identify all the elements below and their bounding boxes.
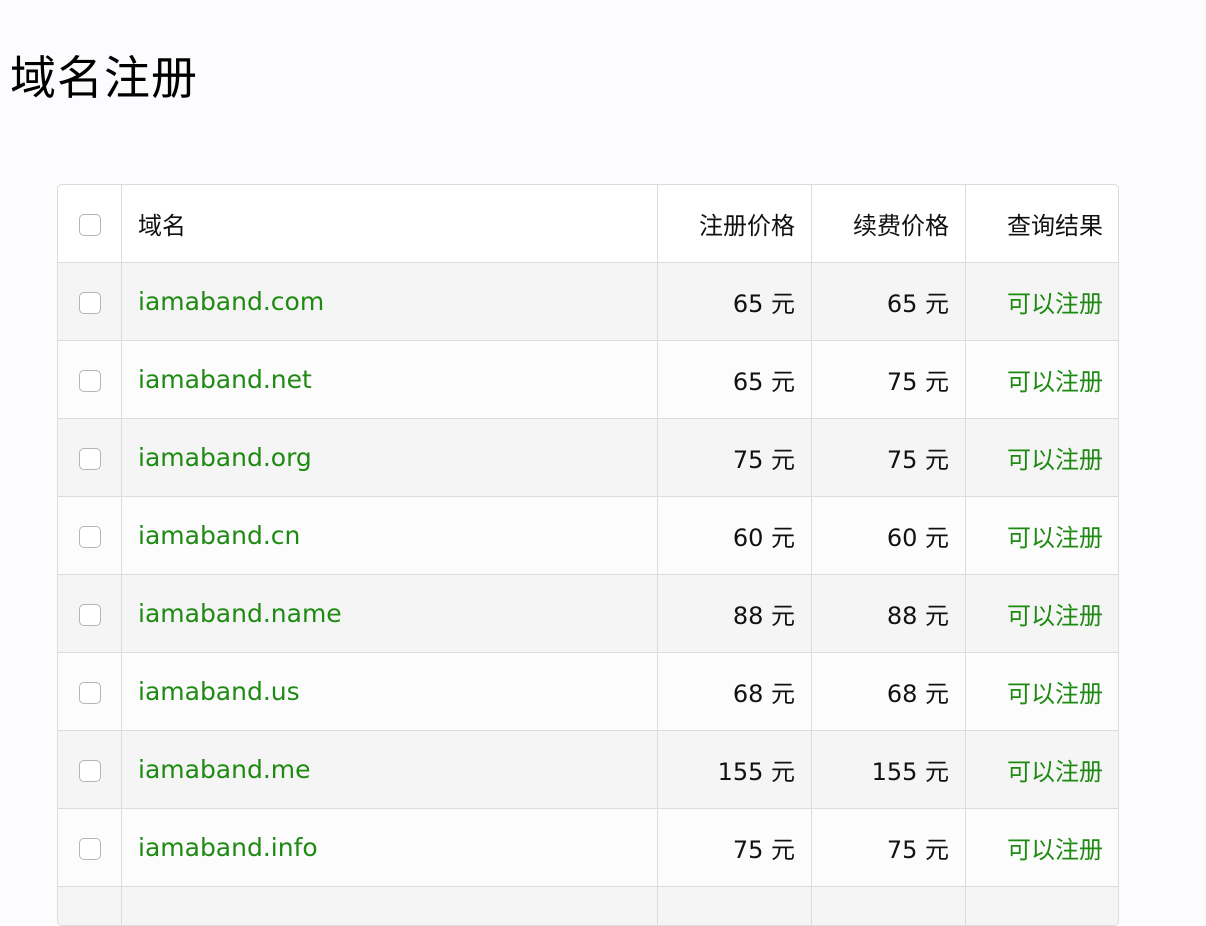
result-cell: 可以注册 xyxy=(966,575,1120,653)
renew-price-cell: 75 元 xyxy=(812,809,966,887)
row-select-cell xyxy=(58,419,122,497)
domain-cell: iamaband.us xyxy=(122,653,658,731)
row-checkbox[interactable] xyxy=(79,448,101,470)
domain-link[interactable]: iamaband.com xyxy=(138,287,324,316)
table-row: iamaband.net 65 元 75 元 可以注册 xyxy=(58,341,1120,419)
domain-cell: iamaband.me xyxy=(122,731,658,809)
row-checkbox[interactable] xyxy=(79,526,101,548)
domain-link[interactable]: iamaband.name xyxy=(138,599,342,628)
row-checkbox[interactable] xyxy=(79,604,101,626)
row-select-cell xyxy=(58,263,122,341)
renew-price-cell: 75 元 xyxy=(812,341,966,419)
row-checkbox[interactable] xyxy=(79,292,101,314)
domain-link[interactable]: iamaband.net xyxy=(138,365,312,394)
result-cell: 可以注册 xyxy=(966,653,1120,731)
renew-price-cell: 68 元 xyxy=(812,653,966,731)
row-select-cell xyxy=(58,341,122,419)
table-header-row: 域名 注册价格 续费价格 查询结果 xyxy=(58,185,1120,263)
domain-cell: iamaband.info xyxy=(122,809,658,887)
row-checkbox[interactable] xyxy=(79,682,101,704)
domain-link[interactable]: iamaband.cn xyxy=(138,521,300,550)
register-price-cell: 60 元 xyxy=(658,497,812,575)
header-renew-price[interactable]: 续费价格 xyxy=(812,185,966,263)
header-result[interactable]: 查询结果 xyxy=(966,185,1120,263)
domain-cell: iamaband.com xyxy=(122,263,658,341)
domain-cell: iamaband.cn xyxy=(122,497,658,575)
row-select-cell xyxy=(58,887,122,926)
header-domain[interactable]: 域名 xyxy=(122,185,658,263)
domain-cell xyxy=(122,887,658,926)
register-price-cell: 75 元 xyxy=(658,809,812,887)
table-row: iamaband.info 75 元 75 元 可以注册 xyxy=(58,809,1120,887)
header-register-price[interactable]: 注册价格 xyxy=(658,185,812,263)
register-price-cell: 65 元 xyxy=(658,263,812,341)
domain-cell: iamaband.net xyxy=(122,341,658,419)
table-row: iamaband.name 88 元 88 元 可以注册 xyxy=(58,575,1120,653)
domain-link[interactable]: iamaband.info xyxy=(138,833,318,862)
domain-cell: iamaband.org xyxy=(122,419,658,497)
row-checkbox[interactable] xyxy=(79,370,101,392)
renew-price-cell: 88 元 xyxy=(812,575,966,653)
page-title: 域名注册 xyxy=(10,46,198,110)
result-cell xyxy=(966,887,1120,926)
table-row xyxy=(58,887,1120,926)
renew-price-cell xyxy=(812,887,966,926)
register-price-cell: 65 元 xyxy=(658,341,812,419)
select-all-checkbox[interactable] xyxy=(79,214,101,236)
result-cell: 可以注册 xyxy=(966,263,1120,341)
result-cell: 可以注册 xyxy=(966,341,1120,419)
row-checkbox[interactable] xyxy=(79,838,101,860)
table-row: iamaband.us 68 元 68 元 可以注册 xyxy=(58,653,1120,731)
table-row: iamaband.me 155 元 155 元 可以注册 xyxy=(58,731,1120,809)
table-row: iamaband.cn 60 元 60 元 可以注册 xyxy=(58,497,1120,575)
register-price-cell: 68 元 xyxy=(658,653,812,731)
table-row: iamaband.com 65 元 65 元 可以注册 xyxy=(58,263,1120,341)
select-all-cell xyxy=(58,185,122,263)
row-select-cell xyxy=(58,809,122,887)
domain-cell: iamaband.name xyxy=(122,575,658,653)
row-select-cell xyxy=(58,731,122,809)
renew-price-cell: 155 元 xyxy=(812,731,966,809)
domain-link[interactable]: iamaband.us xyxy=(138,677,300,706)
register-price-cell: 75 元 xyxy=(658,419,812,497)
domain-table-container: 域名 注册价格 续费价格 查询结果 iamaband.com 65 元 65 元… xyxy=(57,184,1119,926)
renew-price-cell: 75 元 xyxy=(812,419,966,497)
renew-price-cell: 60 元 xyxy=(812,497,966,575)
row-select-cell xyxy=(58,497,122,575)
register-price-cell: 88 元 xyxy=(658,575,812,653)
domain-link[interactable]: iamaband.org xyxy=(138,443,312,472)
row-checkbox[interactable] xyxy=(79,760,101,782)
register-price-cell: 155 元 xyxy=(658,731,812,809)
row-select-cell xyxy=(58,653,122,731)
domain-link[interactable]: iamaband.me xyxy=(138,755,311,784)
result-cell: 可以注册 xyxy=(966,497,1120,575)
result-cell: 可以注册 xyxy=(966,809,1120,887)
result-cell: 可以注册 xyxy=(966,731,1120,809)
result-cell: 可以注册 xyxy=(966,419,1120,497)
row-select-cell xyxy=(58,575,122,653)
table-row: iamaband.org 75 元 75 元 可以注册 xyxy=(58,419,1120,497)
register-price-cell xyxy=(658,887,812,926)
renew-price-cell: 65 元 xyxy=(812,263,966,341)
domain-table: 域名 注册价格 续费价格 查询结果 iamaband.com 65 元 65 元… xyxy=(57,184,1119,926)
